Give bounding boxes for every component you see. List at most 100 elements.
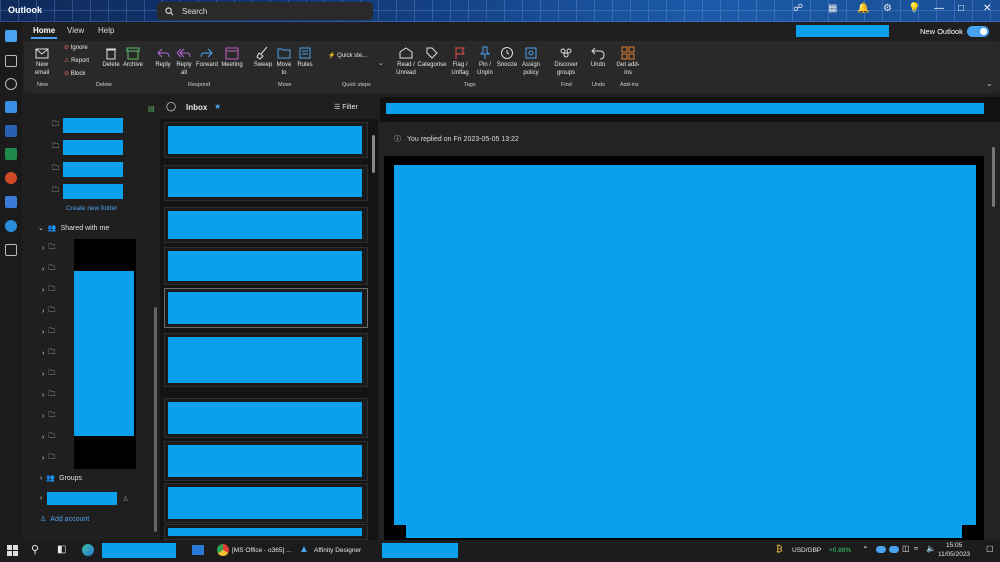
people-icon[interactable]: [5, 78, 17, 90]
pin-unpin-button[interactable]: Pin / Unpin: [474, 46, 496, 77]
folder-item[interactable]: 🗀: [52, 162, 123, 177]
skype-icon[interactable]: ☍: [793, 3, 803, 14]
message-item[interactable]: [164, 398, 368, 438]
discover-groups-button[interactable]: Discover groups: [552, 46, 580, 77]
shared-folder-item[interactable]: › 🗀: [42, 285, 55, 296]
search-icon[interactable]: ⚲: [31, 543, 39, 556]
tab-view[interactable]: View: [67, 26, 84, 35]
todo-icon[interactable]: [5, 101, 17, 113]
powerpoint-icon[interactable]: [5, 172, 17, 184]
read-unread-button[interactable]: Read / Unread: [394, 46, 418, 77]
groups-header[interactable]: › 👥 Groups: [40, 474, 82, 483]
block-button[interactable]: ⊘ Block: [64, 71, 85, 79]
filter-button[interactable]: ☰ Filter: [334, 103, 358, 111]
windows-start-icon[interactable]: [7, 545, 18, 556]
add-account-link[interactable]: ♙ Add account: [40, 515, 89, 524]
create-new-folder-link[interactable]: Create new folder: [66, 205, 117, 212]
word-icon[interactable]: [5, 125, 17, 137]
message-item[interactable]: [164, 165, 368, 201]
delete-button[interactable]: Delete: [100, 46, 122, 70]
tab-home[interactable]: Home: [30, 26, 58, 39]
chrome-window-label[interactable]: [MS Office - o365] ...: [232, 547, 292, 554]
select-all-icon[interactable]: ◯: [166, 101, 176, 112]
shared-folder-item[interactable]: › 🗀: [42, 306, 55, 317]
shared-folder-item[interactable]: › 🗀: [42, 348, 55, 359]
shared-folder-item[interactable]: › 🗀: [42, 327, 55, 338]
message-item[interactable]: [164, 483, 368, 523]
maximize-icon[interactable]: □: [958, 3, 964, 14]
onedrive-business-tray-icon[interactable]: [889, 546, 899, 553]
folder-item[interactable]: 🗀: [52, 140, 123, 155]
chrome-icon[interactable]: [217, 544, 229, 556]
ticker-symbol[interactable]: USD/GBP: [792, 547, 821, 554]
move-to-button[interactable]: Move to: [274, 46, 294, 77]
shared-with-me-header[interactable]: ⌄ 👥 Shared with me: [38, 224, 109, 233]
reply-all-button[interactable]: Reply all: [173, 46, 195, 77]
forward-button[interactable]: Forward: [195, 46, 219, 70]
teams-icon[interactable]: ▦: [828, 3, 837, 14]
reply-button[interactable]: Reply: [152, 46, 174, 70]
message-item[interactable]: [164, 441, 368, 481]
message-item[interactable]: [164, 207, 368, 243]
shared-folder-item[interactable]: › 🗀: [42, 264, 55, 275]
onedrive-tray-icon[interactable]: [876, 546, 886, 553]
get-addins-button[interactable]: Get add-ins: [616, 46, 640, 77]
quick-steps-button[interactable]: ⚡ Quick ste...: [328, 53, 367, 61]
shared-folder-item[interactable]: › 🗀: [42, 453, 55, 464]
assign-policy-button[interactable]: Assign policy: [519, 46, 543, 77]
task-view-icon[interactable]: ◧: [57, 544, 66, 555]
chevron-up-icon[interactable]: ⌃: [862, 545, 869, 554]
message-item[interactable]: [164, 524, 368, 540]
folder-item[interactable]: 🗀: [52, 118, 123, 133]
account-row[interactable]: › ♙: [40, 491, 129, 506]
folder-scrollbar[interactable]: [154, 307, 157, 532]
message-item[interactable]: [164, 333, 368, 387]
affinity-icon[interactable]: ▲: [299, 544, 309, 555]
close-icon[interactable]: ✕: [983, 3, 991, 14]
message-item[interactable]: [164, 288, 368, 328]
rules-button[interactable]: Rules: [295, 46, 315, 70]
onedrive-icon[interactable]: [5, 220, 17, 232]
search-box[interactable]: Search: [157, 2, 373, 20]
outlook-taskbar-icon[interactable]: [192, 545, 204, 555]
meeting-button[interactable]: Meeting: [219, 46, 245, 70]
minimize-icon[interactable]: —: [934, 3, 944, 14]
undo-button[interactable]: Undo: [587, 46, 609, 70]
archive-button[interactable]: Archive: [122, 46, 144, 70]
clock-time[interactable]: 15:05: [946, 542, 962, 549]
affinity-window-label[interactable]: Affinity Designer: [314, 547, 361, 554]
teams-app-icon[interactable]: [5, 196, 17, 208]
message-item[interactable]: [164, 122, 368, 158]
shared-folder-item[interactable]: › 🗀: [42, 432, 55, 443]
snooze-button[interactable]: Snooze: [496, 46, 518, 70]
gear-icon[interactable]: ⚙: [883, 3, 892, 14]
new-email-button[interactable]: New email: [30, 46, 54, 77]
mail-icon[interactable]: [5, 30, 17, 42]
more-apps-icon[interactable]: [5, 244, 17, 256]
lightbulb-icon[interactable]: 💡: [908, 3, 920, 14]
new-outlook-toggle[interactable]: [967, 26, 989, 37]
network-icon[interactable]: ◫: [902, 544, 910, 553]
shared-folder-item[interactable]: › 🗀: [42, 369, 55, 380]
shared-folder-item[interactable]: › 🗀: [42, 243, 55, 254]
shared-folder-item[interactable]: › 🗀: [42, 411, 55, 422]
message-item[interactable]: [164, 247, 368, 285]
excel-icon[interactable]: [5, 148, 17, 160]
ribbon-expand-icon[interactable]: ⌄: [986, 79, 993, 88]
tab-help[interactable]: Help: [98, 26, 114, 35]
wifi-icon[interactable]: ≈: [914, 544, 918, 553]
clock-date[interactable]: 11/05/2023: [938, 551, 970, 558]
calendar-icon[interactable]: [5, 55, 17, 67]
message-scrollbar[interactable]: [372, 135, 375, 173]
shared-folder-item[interactable]: › 🗀: [42, 390, 55, 401]
reading-scrollbar[interactable]: [992, 147, 995, 207]
star-icon[interactable]: ★: [214, 102, 221, 111]
sweep-button[interactable]: Sweep: [252, 46, 274, 70]
ignore-button[interactable]: ⊘ Ignore: [64, 45, 88, 53]
collapse-pane-icon[interactable]: ▤: [148, 105, 155, 113]
volume-icon[interactable]: 🔈: [926, 544, 936, 553]
categorise-button[interactable]: Categorise: [417, 46, 447, 70]
report-button[interactable]: ⚠ Report: [64, 58, 89, 66]
notification-icon[interactable]: ▢: [986, 544, 994, 553]
bell-icon[interactable]: 🔔: [857, 3, 869, 14]
